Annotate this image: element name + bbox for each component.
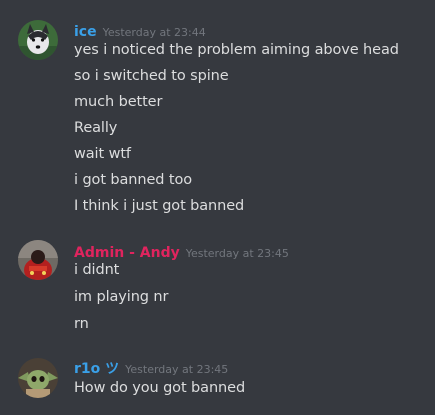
username[interactable]: Admin - Andy <box>74 245 180 261</box>
red-character-avatar[interactable] <box>18 240 58 280</box>
timestamp: Yesterday at 23:45 <box>125 363 229 376</box>
message-text: Really <box>74 120 118 136</box>
message-text: wait wtf <box>74 146 131 162</box>
message-text: im playing nr <box>74 289 169 305</box>
message-header: ice Yesterday at 23:44 <box>74 21 206 41</box>
husky-dog-avatar[interactable] <box>18 20 58 60</box>
username[interactable]: ice <box>74 24 97 40</box>
timestamp: Yesterday at 23:44 <box>102 26 206 39</box>
chat-messages: ice Yesterday at 23:44 yes i noticed the … <box>0 0 435 415</box>
message-header: r1o ツ Yesterday at 23:45 <box>74 358 228 378</box>
message-header: Admin - Andy Yesterday at 23:45 <box>74 242 289 262</box>
username[interactable]: r1o ツ <box>74 361 119 377</box>
message-text: i got banned too <box>74 172 193 188</box>
message-text: rn <box>74 316 89 332</box>
timestamp: Yesterday at 23:45 <box>185 247 289 260</box>
message-text: I think i just got banned <box>74 198 245 214</box>
message-text: How do you got banned <box>74 380 246 396</box>
message-text: yes i noticed the problem aiming above h… <box>74 42 399 58</box>
message-text: much better <box>74 94 163 110</box>
baby-yoda-avatar[interactable] <box>18 358 58 398</box>
message-text: i didnt <box>74 262 120 278</box>
message-text: so i switched to spine <box>74 68 229 84</box>
